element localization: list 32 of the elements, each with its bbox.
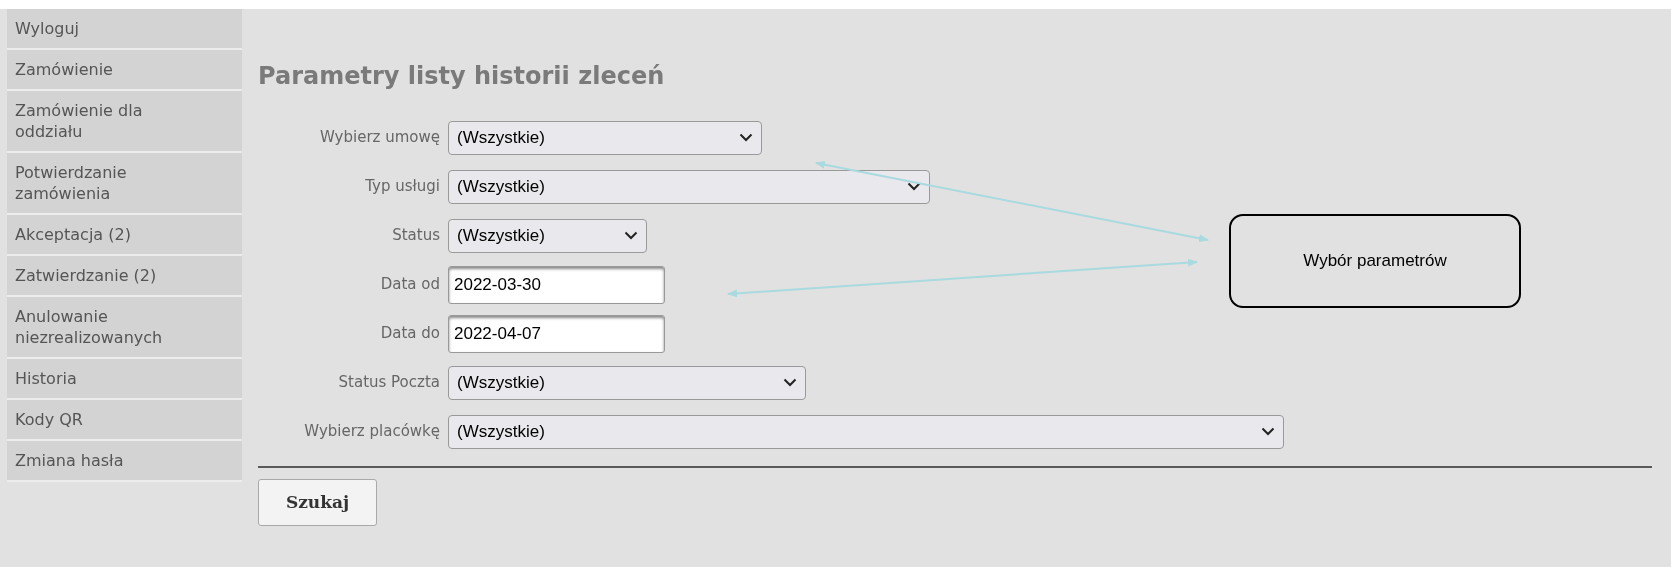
date-field[interactable]: 2022-04-07 bbox=[448, 314, 665, 353]
sidebar-item[interactable]: Zmiana hasła bbox=[7, 441, 242, 482]
sidebar-item[interactable]: Zamówienie bbox=[7, 50, 242, 91]
field-label: Wybierz placówkę bbox=[303, 421, 441, 443]
sidebar-item[interactable]: Zatwierdzanie (2) bbox=[7, 256, 242, 297]
dropdown[interactable]: (Wszystkie) bbox=[448, 218, 647, 253]
sidebar-item[interactable]: Wyloguj bbox=[7, 9, 242, 50]
search-button[interactable]: Szukaj bbox=[258, 479, 377, 526]
form-title: Parametry listy historii zleceń bbox=[258, 61, 666, 91]
field-label: Data od bbox=[379, 274, 441, 296]
sidebar-item[interactable]: Historia bbox=[7, 359, 242, 400]
sidebar-item[interactable]: Anulowanie niezrealizowanych bbox=[7, 297, 242, 359]
chevron-down-icon bbox=[1261, 427, 1275, 436]
dropdown[interactable]: (Wszystkie) bbox=[448, 120, 762, 155]
dropdown[interactable]: (Wszystkie) bbox=[448, 365, 806, 400]
dropdown[interactable]: (Wszystkie) bbox=[448, 169, 930, 204]
field-label: Status Poczta bbox=[337, 372, 441, 394]
field-label: Typ usługi bbox=[364, 176, 441, 198]
chevron-down-icon bbox=[739, 133, 753, 142]
date-field[interactable]: 2022-03-30 bbox=[448, 265, 665, 304]
dropdown[interactable]: (Wszystkie) bbox=[448, 414, 1284, 449]
chevron-down-icon bbox=[783, 378, 797, 387]
chevron-down-icon bbox=[907, 182, 921, 191]
sidebar-item[interactable]: Potwierdzanie zamówienia bbox=[7, 153, 242, 215]
field-label: Wybierz umowę bbox=[319, 127, 441, 149]
chevron-down-icon bbox=[624, 231, 638, 240]
sidebar-item[interactable]: Zamówienie dla oddziału bbox=[7, 91, 242, 153]
callout-box: Wybór parametrów bbox=[1229, 214, 1521, 308]
field-label: Status bbox=[391, 225, 441, 247]
sidebar-item[interactable]: Akceptacja (2) bbox=[7, 215, 242, 256]
sidebar-item[interactable]: Kody QR bbox=[7, 400, 242, 441]
field-label: Data do bbox=[379, 323, 441, 345]
